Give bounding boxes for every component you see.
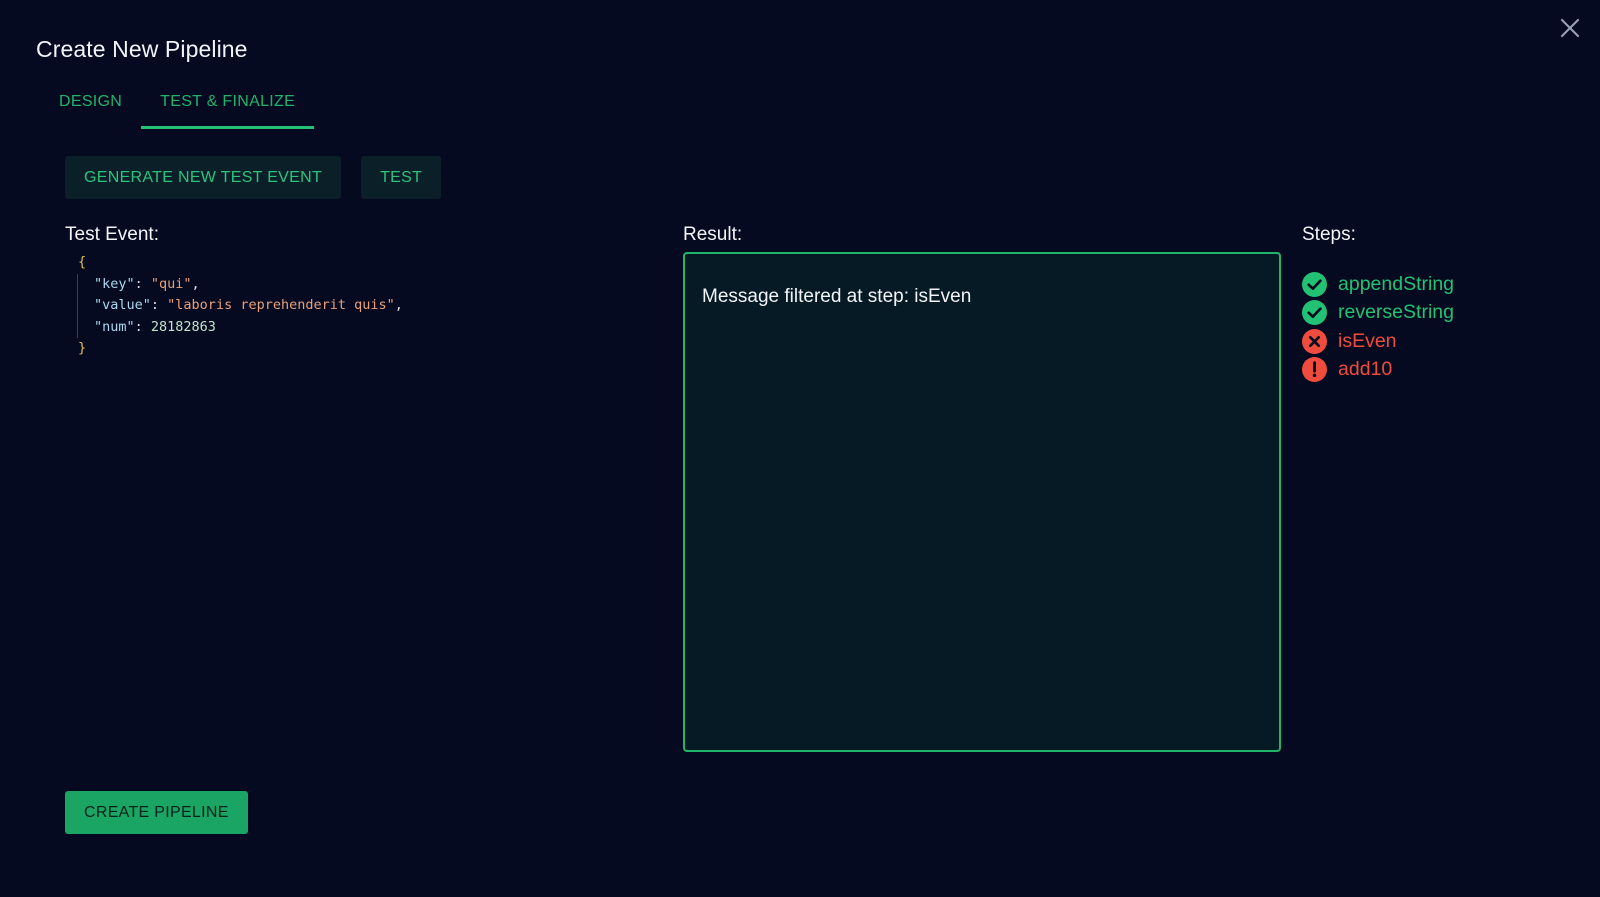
- test-button[interactable]: TEST: [361, 156, 442, 199]
- result-label: Result:: [683, 224, 743, 245]
- create-pipeline-dialog: Create New Pipeline DESIGN TEST & FINALI…: [0, 0, 1600, 897]
- json-body: "key": "qui", "value": "laboris reprehen…: [77, 273, 403, 338]
- json-key: "num": [94, 318, 135, 335]
- step-add10: add10: [1302, 357, 1454, 383]
- x-circle-icon: [1302, 328, 1327, 354]
- check-circle-icon: [1302, 271, 1327, 297]
- json-line: "key": "qui",: [94, 275, 200, 292]
- tab-test-finalize[interactable]: TEST & FINALIZE: [141, 78, 314, 129]
- json-close-brace: }: [78, 340, 87, 356]
- json-key: "value": [94, 297, 151, 313]
- tab-bar: DESIGN TEST & FINALIZE: [40, 78, 314, 129]
- tab-design[interactable]: DESIGN: [40, 78, 141, 126]
- json-value: "qui": [150, 275, 192, 292]
- steps-label: Steps:: [1302, 224, 1356, 245]
- step-name: reverseString: [1338, 301, 1454, 324]
- json-key: "key": [94, 275, 135, 292]
- test-actions: GENERATE NEW TEST EVENT TEST: [65, 156, 442, 199]
- result-panel[interactable]: Message filtered at step: isEven: [683, 252, 1281, 752]
- json-value: "laboris reprehenderit quis": [167, 297, 395, 313]
- close-icon: [1561, 19, 1579, 37]
- step-name: appendString: [1338, 272, 1455, 295]
- step-name: add10: [1338, 358, 1393, 381]
- json-line: "num": 28182863: [94, 318, 216, 335]
- step-append-string: appendString: [1302, 271, 1455, 297]
- json-value: 28182863: [150, 318, 216, 335]
- create-pipeline-button[interactable]: CREATE PIPELINE: [65, 791, 248, 834]
- generate-test-event-button[interactable]: GENERATE NEW TEST EVENT: [65, 156, 342, 199]
- json-line: "value": "laboris reprehenderit quis",: [94, 297, 403, 313]
- dialog-title: Create New Pipeline: [36, 36, 248, 62]
- close-button[interactable]: [1556, 14, 1584, 42]
- test-event-json: { "key": "qui", "value": "laboris repreh…: [66, 252, 403, 360]
- step-is-even: isEven: [1302, 328, 1454, 354]
- steps-list: appendString reverseString isEven add10: [1302, 271, 1455, 383]
- exclamation-circle-icon: [1302, 357, 1327, 383]
- step-reverse-string: reverseString: [1302, 300, 1454, 326]
- step-name: isEven: [1338, 329, 1397, 352]
- check-circle-icon: [1302, 300, 1327, 326]
- result-message: Message filtered at step: isEven: [702, 286, 972, 307]
- test-event-label: Test Event:: [65, 224, 159, 245]
- json-open-brace: {: [78, 254, 87, 270]
